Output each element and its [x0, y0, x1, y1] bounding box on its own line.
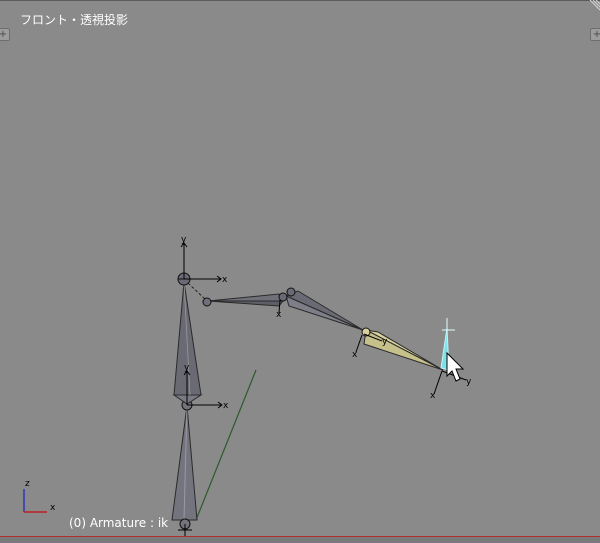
armature-scene[interactable]: y x y x x x y x y z x: [0, 0, 600, 543]
plus-icon[interactable]: +: [590, 28, 600, 41]
area-split-grip-icon[interactable]: [586, 0, 600, 14]
svg-text:y: y: [184, 363, 190, 373]
3d-viewport[interactable]: y x y x x x y x y z x フロント・透視投影 (0) Arma…: [0, 0, 600, 543]
bone-forearm: [278, 287, 364, 331]
ik-relationship-line: [195, 369, 257, 521]
svg-text:y: y: [466, 377, 472, 387]
svg-text:x: x: [222, 275, 228, 285]
svg-text:x: x: [430, 391, 436, 401]
plus-icon[interactable]: +: [0, 28, 10, 41]
mouse-pointer-icon: [446, 351, 465, 382]
viewport-bottom-edge: [0, 536, 600, 543]
active-object-label: (0) Armature : ik: [69, 516, 169, 530]
svg-text:x: x: [223, 401, 229, 411]
bone-upper-arm: [202, 293, 285, 307]
svg-text:x: x: [276, 310, 282, 320]
bone-lower-spine: [171, 399, 198, 530]
axes-widget-z-label: z: [25, 479, 30, 489]
axes-widget-x-label: x: [50, 503, 56, 513]
bone-hand-selected: [361, 327, 444, 371]
svg-text:x: x: [352, 350, 358, 360]
view-axes-widget: [23, 489, 47, 513]
bone-parent-link: [187, 282, 207, 301]
view-mode-label: フロント・透視投影: [20, 13, 129, 27]
svg-text:y: y: [382, 337, 388, 347]
svg-text:y: y: [181, 235, 187, 245]
